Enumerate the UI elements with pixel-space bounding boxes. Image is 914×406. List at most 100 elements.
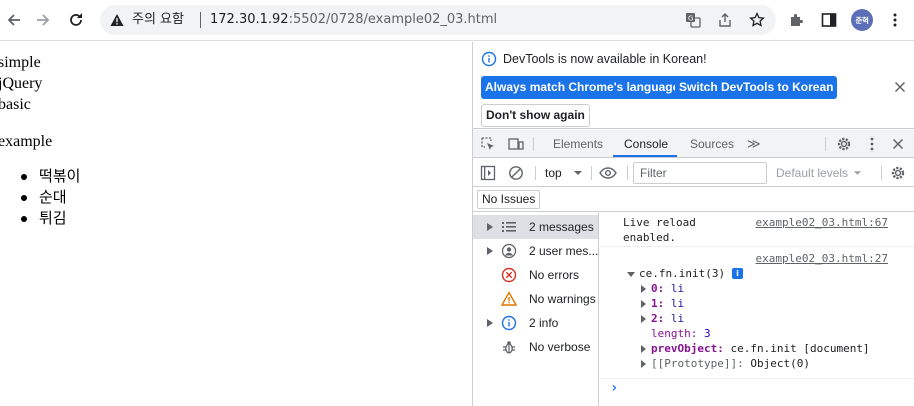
toolbar-divider	[881, 166, 882, 180]
gear-icon	[891, 166, 905, 180]
toolbar-divider	[535, 166, 536, 180]
sidebar-toggle-icon	[480, 165, 496, 181]
list-item: 튀김	[0, 208, 80, 229]
share-button[interactable]	[716, 11, 734, 29]
devtools-tab-bar: Elements Console Sources ≫	[473, 130, 914, 158]
reload-icon	[70, 13, 82, 26]
bullet-icon	[21, 216, 27, 222]
sidebar-item-user-messages[interactable]: 2 user mes...	[473, 239, 598, 263]
info-badge-icon[interactable]: i	[732, 268, 743, 279]
warning-icon[interactable]	[110, 13, 124, 27]
tab-elements[interactable]: Elements	[553, 130, 603, 158]
expand-arrow-icon[interactable]	[487, 247, 493, 255]
clear-console-button[interactable]	[507, 164, 525, 182]
sidebar-item-label: 2 info	[529, 316, 559, 330]
object-property: [[Prototype]]: Object(0)	[651, 357, 810, 370]
issues-button[interactable]: No Issues	[477, 190, 541, 209]
dropdown-arrow-icon	[574, 171, 583, 175]
console-settings-button[interactable]	[889, 164, 907, 182]
live-expression-button[interactable]	[599, 164, 617, 182]
collapse-arrow-icon[interactable]	[627, 272, 635, 277]
sidebar-item-warnings[interactable]: No warnings	[473, 287, 598, 311]
sidebar-item-label: 2 user mes...	[529, 244, 598, 258]
more-tabs-button[interactable]: ≫	[747, 130, 761, 158]
list-item: 순대	[0, 187, 80, 208]
extensions-button[interactable]	[787, 10, 807, 30]
omnibox-divider	[200, 12, 201, 28]
info-icon	[481, 51, 497, 67]
chrome-menu-button[interactable]	[885, 10, 905, 30]
expand-arrow-icon[interactable]	[487, 223, 493, 231]
arrow-right-icon	[37, 14, 50, 26]
console-prompt[interactable]: ›	[610, 381, 618, 396]
device-toolbar-button[interactable]	[507, 135, 525, 153]
warning-icon	[501, 291, 517, 307]
sidebar-item-info[interactable]: 2 info	[473, 311, 598, 335]
svg-text:G: G	[688, 15, 693, 23]
expand-arrow-icon[interactable]	[641, 360, 646, 368]
sidebar-item-label: 2 messages	[529, 220, 594, 234]
list-item-text: 떡볶이	[39, 167, 81, 185]
side-panel-icon	[821, 13, 837, 27]
expand-arrow-icon[interactable]	[641, 345, 646, 353]
sidebar-item-verbose[interactable]: No verbose	[473, 335, 598, 359]
object-title[interactable]: ce.fn.init(3)	[639, 266, 725, 281]
tab-console[interactable]: Console	[624, 130, 668, 158]
translate-button[interactable]: G	[684, 11, 702, 29]
side-panel-button[interactable]	[819, 10, 839, 30]
object-property: 0: li	[651, 282, 685, 295]
log-levels-dropdown[interactable]: Default levels	[776, 163, 862, 183]
source-link[interactable]: example02_03.html:67	[756, 215, 888, 230]
url-host: 172.30.1.92	[210, 12, 289, 27]
star-icon	[749, 12, 765, 27]
close-icon	[892, 138, 904, 150]
message-text: enabled.	[623, 231, 676, 244]
toolbar-divider	[533, 137, 534, 151]
bookmark-button[interactable]	[748, 11, 766, 29]
close-devtools-button[interactable]	[889, 135, 907, 153]
expand-arrow-icon[interactable]	[641, 285, 646, 293]
source-link[interactable]: example02_03.html:27	[756, 251, 888, 266]
always-match-language-button[interactable]: Always match Chrome's language	[481, 76, 684, 99]
expand-arrow-icon[interactable]	[487, 319, 493, 327]
sidebar-item-errors[interactable]: No errors	[473, 263, 598, 287]
tab-sources[interactable]: Sources	[690, 130, 734, 158]
puzzle-icon	[791, 14, 803, 26]
inspect-element-button[interactable]	[479, 135, 497, 153]
infobar-message: DevTools is now available in Korean!	[503, 52, 707, 66]
customize-devtools-button[interactable]	[863, 135, 881, 153]
dont-show-again-button[interactable]: Don't show again	[481, 104, 590, 127]
console-toolbar: top Filter Default levels	[473, 159, 914, 187]
show-sidebar-button[interactable]	[479, 164, 497, 182]
issues-bar: No Issues	[473, 188, 914, 212]
profile-avatar[interactable]: 준혁	[851, 9, 873, 31]
console-sidebar: 2 messages 2 user mes... No errors No wa…	[473, 213, 599, 406]
object-property: length: 3	[651, 327, 711, 340]
console-filter-input[interactable]: Filter	[633, 162, 767, 184]
language-infobar: DevTools is now available in Korean! Alw…	[473, 42, 914, 129]
arrow-left-icon	[7, 14, 20, 26]
page-text-line: simple	[0, 54, 41, 71]
infobar-close-button[interactable]	[891, 78, 909, 96]
devtools-panel: DevTools is now available in Korean! Alw…	[472, 42, 914, 406]
context-selector[interactable]: top	[545, 163, 583, 183]
settings-button[interactable]	[835, 135, 853, 153]
switch-to-korean-button[interactable]: Switch DevTools to Korean	[675, 76, 838, 99]
expand-arrow-icon[interactable]	[641, 300, 646, 308]
back-button[interactable]	[2, 8, 26, 32]
sidebar-item-messages[interactable]: 2 messages	[473, 215, 598, 239]
toolbar-divider	[627, 166, 628, 180]
translate-icon: G	[686, 13, 701, 28]
page-text-line: basic	[0, 96, 31, 113]
reload-button[interactable]	[64, 8, 88, 32]
omnibox[interactable]: 주의 요함 172.30.1.92:5502/0728/example02_03…	[100, 5, 776, 35]
page-viewport: simple jQuery basic example 떡볶이 순대 튀김	[0, 42, 472, 406]
browser-toolbar: 주의 요함 172.30.1.92:5502/0728/example02_03…	[0, 0, 914, 41]
console-messages: Live reload enabled. example02_03.html:6…	[600, 213, 914, 406]
expand-arrow-icon[interactable]	[641, 315, 646, 323]
list-icon	[501, 219, 517, 235]
info-icon	[501, 315, 517, 331]
security-label[interactable]: 주의 요함	[132, 11, 184, 28]
forward-button[interactable]	[31, 8, 55, 32]
url-text[interactable]: 172.30.1.92:5502/0728/example02_03.html	[210, 11, 497, 28]
